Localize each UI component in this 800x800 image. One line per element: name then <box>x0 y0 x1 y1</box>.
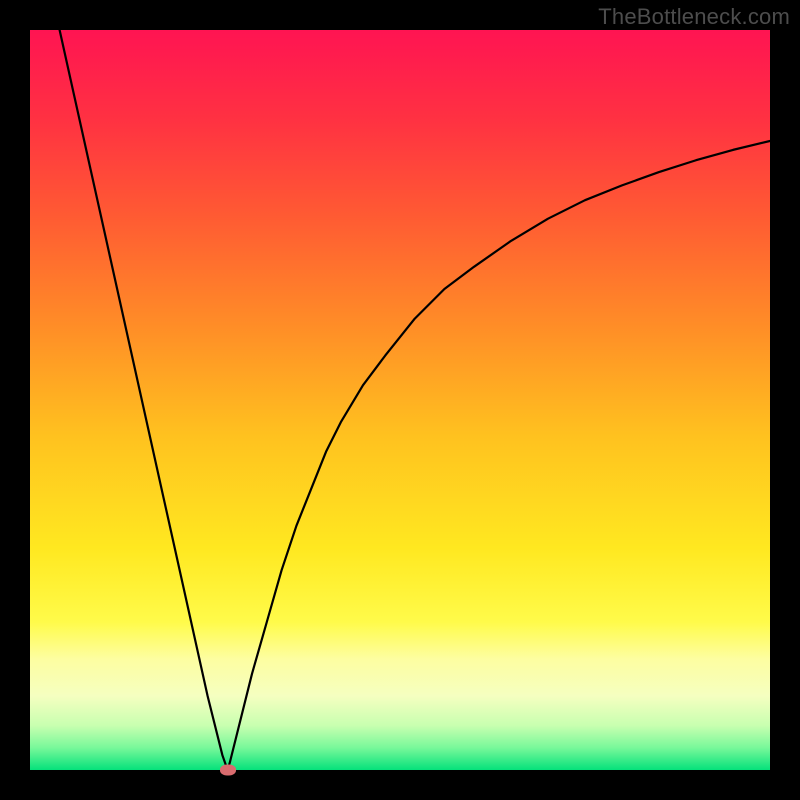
chart-frame: TheBottleneck.com <box>0 0 800 800</box>
plot-area <box>30 30 770 770</box>
watermark-text: TheBottleneck.com <box>598 4 790 30</box>
minimum-marker <box>220 765 236 776</box>
curve-line <box>30 30 770 770</box>
